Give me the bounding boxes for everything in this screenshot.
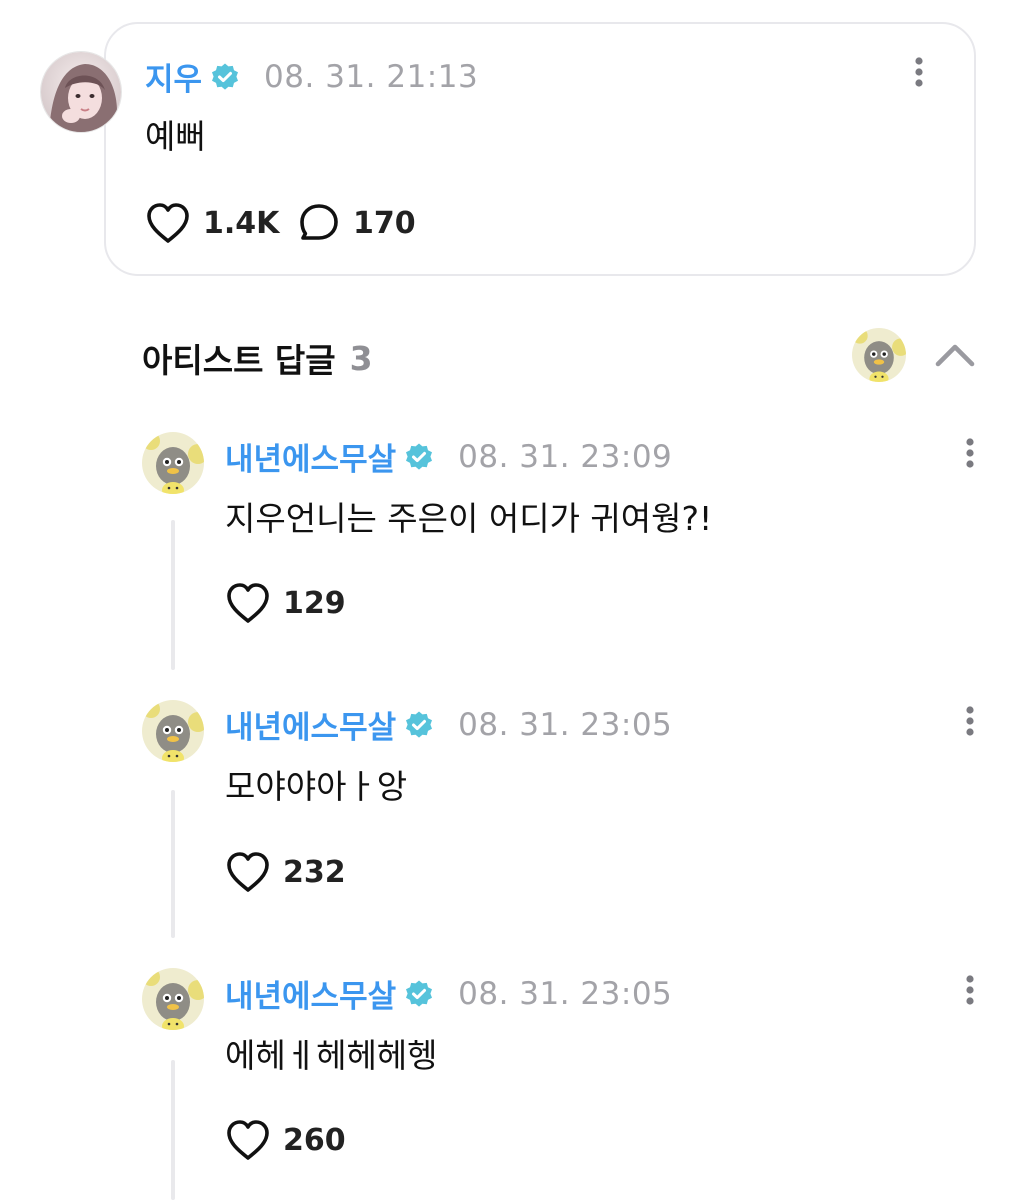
reply-like-count: 129: [283, 585, 346, 621]
collapse-replies-button[interactable]: [934, 340, 976, 370]
reply-like-count: 260: [283, 1122, 346, 1158]
reply-author-avatar[interactable]: [142, 432, 204, 494]
reply-author-name[interactable]: 내년에스무살: [225, 702, 396, 747]
post-text: 예뻐: [145, 117, 206, 156]
artist-replies-count: 3: [349, 338, 373, 378]
profile-photo-icon: [41, 52, 121, 132]
post-more-options-button[interactable]: [909, 52, 929, 92]
more-vertical-icon: [966, 975, 974, 1005]
reply-text: 모야야아ㅏ앙: [225, 767, 408, 806]
reply-like-button[interactable]: 260: [225, 1118, 346, 1162]
artist-replies-header: 아티스트 답글 3: [142, 334, 373, 382]
post-author-row: 지우 08. 31. 21:13: [145, 54, 478, 99]
more-vertical-icon: [966, 438, 974, 468]
verified-badge-icon: [404, 979, 434, 1009]
reply-thread-line: [171, 520, 175, 670]
artist-replies-avatar: [852, 328, 906, 382]
chevron-up-icon: [935, 344, 975, 367]
reply-timestamp: 08. 31. 23:05: [458, 975, 673, 1012]
duck-character-avatar-icon: [142, 700, 204, 762]
post-comment-button[interactable]: 170: [297, 201, 416, 245]
duck-character-avatar-icon: [142, 432, 204, 494]
reply-more-options-button[interactable]: [960, 433, 980, 473]
more-vertical-icon: [915, 57, 923, 87]
more-vertical-icon: [966, 706, 974, 736]
post-author-avatar[interactable]: [40, 51, 122, 133]
heart-icon: [225, 581, 271, 625]
verified-badge-icon: [404, 442, 434, 472]
reply-author-row: 내년에스무살 08. 31. 23:09: [225, 434, 672, 479]
post-comment-count: 170: [353, 205, 416, 241]
reply-like-count: 232: [283, 854, 346, 890]
reply-author-row: 내년에스무살 08. 31. 23:05: [225, 971, 672, 1016]
reply-like-button[interactable]: 129: [225, 581, 346, 625]
verified-badge-icon: [404, 710, 434, 740]
reply-author-avatar[interactable]: [142, 700, 204, 762]
comment-bubble-icon: [297, 201, 341, 245]
artist-replies-title: 아티스트 답글: [142, 341, 336, 380]
reply-author-avatar[interactable]: [142, 968, 204, 1030]
reply-thread-line: [171, 1060, 175, 1200]
heart-icon: [145, 201, 191, 245]
duck-character-avatar-icon: [142, 968, 204, 1030]
reply-more-options-button[interactable]: [960, 701, 980, 741]
reply-timestamp: 08. 31. 23:09: [458, 438, 673, 475]
reply-like-button[interactable]: 232: [225, 850, 346, 894]
reply-timestamp: 08. 31. 23:05: [458, 706, 673, 743]
post-like-count: 1.4K: [203, 205, 280, 241]
reply-author-name[interactable]: 내년에스무살: [225, 971, 396, 1016]
verified-badge-icon: [210, 62, 240, 92]
heart-icon: [225, 1118, 271, 1162]
post-timestamp: 08. 31. 21:13: [264, 58, 479, 95]
reply-author-row: 내년에스무살 08. 31. 23:05: [225, 702, 672, 747]
reply-thread-line: [171, 790, 175, 938]
duck-character-avatar-icon: [852, 328, 906, 382]
post-like-button[interactable]: 1.4K: [145, 201, 279, 245]
reply-author-name[interactable]: 내년에스무살: [225, 434, 396, 479]
post-author-name[interactable]: 지우: [145, 54, 202, 99]
reply-text: 지우언니는 주은이 어디가 귀여웡?!: [225, 499, 713, 538]
heart-icon: [225, 850, 271, 894]
reply-more-options-button[interactable]: [960, 970, 980, 1010]
reply-text: 에헤ㅔ헤헤헤헹: [225, 1036, 438, 1075]
